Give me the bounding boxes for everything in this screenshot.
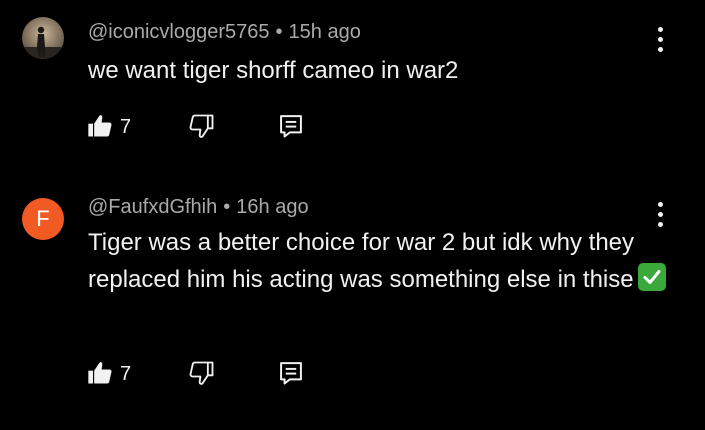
meta-separator: • [223, 196, 231, 218]
avatar[interactable]: F [22, 198, 64, 240]
comment-text: Tiger was a better choice for war 2 but … [88, 229, 635, 293]
comment-time: 16h ago [236, 196, 309, 218]
reply-button[interactable] [277, 112, 305, 140]
comment-username[interactable]: @FaufxdGfhih [88, 196, 217, 218]
profile-photo-icon [22, 26, 64, 59]
reply-icon [280, 115, 302, 138]
dislike-button[interactable] [188, 359, 216, 387]
more-vert-icon[interactable] [648, 24, 672, 56]
comment-time: 15h ago [288, 21, 361, 43]
reply-icon [280, 362, 302, 385]
comment-item: @iconicvlogger5765 • 15h ago we want tiger… [0, 0, 705, 175]
comment-meta: @iconicvlogger5765 • 15h ago [88, 21, 361, 44]
like-count: 7 [120, 116, 132, 138]
meta-separator: • [275, 21, 283, 43]
more-vert-icon[interactable] [648, 199, 672, 231]
thumbs-down-icon [189, 114, 214, 138]
avatar[interactable] [22, 17, 64, 59]
comment-username[interactable]: @iconicvlogger5765 [88, 21, 270, 43]
comment-meta: @FaufxdGfhih • 16h ago [88, 196, 309, 219]
comment-text-container: Tiger was a better choice for war 2 but … [88, 224, 668, 298]
like-button[interactable] [86, 112, 114, 140]
comment-item: F @FaufxdGfhih • 16h ago Tiger was a bette… [0, 175, 705, 430]
dislike-button[interactable] [188, 112, 216, 140]
like-button[interactable] [86, 359, 114, 387]
thumbs-up-icon [88, 362, 112, 384]
comment-text: we want tiger shorff cameo in war2 [88, 57, 459, 84]
check-mark-button-emoji [637, 263, 666, 291]
like-count: 7 [120, 363, 132, 385]
thumbs-up-icon [88, 115, 112, 137]
avatar-letter: F [36, 206, 50, 231]
reply-button[interactable] [277, 359, 305, 387]
thumbs-down-icon [189, 361, 214, 385]
